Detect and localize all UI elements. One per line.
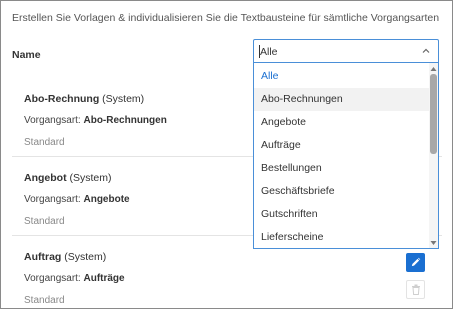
- pencil-icon: [411, 257, 421, 267]
- intro-text: Erstellen Sie Vorlagen & individualisier…: [12, 12, 440, 24]
- dropdown-option-gutschriften[interactable]: Gutschriften: [254, 203, 430, 226]
- type-label: Vorgangsart:: [24, 273, 84, 284]
- template-name: Abo-Rechnung: [24, 93, 100, 105]
- trash-icon: [411, 284, 420, 295]
- template-name: Angebot: [24, 172, 67, 184]
- type-value: Aufträge: [83, 273, 125, 284]
- template-status: Standard: [24, 216, 65, 227]
- dropdown-option-alle[interactable]: Alle: [254, 65, 430, 88]
- name-filter-label: Name: [12, 49, 41, 61]
- type-value: Angebote: [83, 194, 130, 205]
- template-status: Standard: [24, 295, 65, 306]
- template-title: Angebot (System): [24, 172, 112, 184]
- template-name: Auftrag: [24, 251, 62, 263]
- template-suffix: (System): [66, 172, 112, 184]
- dropdown-option-angebote[interactable]: Angebote: [254, 111, 430, 134]
- scroll-down-arrow-icon[interactable]: [430, 240, 437, 246]
- dropdown-option-geschaeftsbriefe[interactable]: Geschäftsbriefe: [254, 180, 430, 203]
- template-title: Auftrag (System): [24, 251, 106, 263]
- dropdown-scrollbar[interactable]: [429, 63, 438, 248]
- name-filter-dropdown[interactable]: Alle Abo-Rechnungen Angebote Aufträge Be…: [253, 63, 439, 249]
- delete-button[interactable]: [406, 280, 425, 299]
- chevron-up-icon[interactable]: [421, 46, 431, 56]
- type-value: Abo-Rechnungen: [83, 115, 167, 126]
- template-type: Vorgangsart: Angebote: [24, 194, 130, 205]
- name-filter-select[interactable]: Alle: [253, 39, 439, 63]
- template-suffix: (System): [61, 251, 107, 263]
- type-label: Vorgangsart:: [24, 194, 84, 205]
- dropdown-option-lieferscheine[interactable]: Lieferscheine: [254, 226, 430, 248]
- template-settings-panel: Erstellen Sie Vorlagen & individualisier…: [0, 0, 453, 309]
- dropdown-option-auftraege[interactable]: Aufträge: [254, 134, 430, 157]
- template-type: Vorgangsart: Abo-Rechnungen: [24, 115, 167, 126]
- type-label: Vorgangsart:: [24, 115, 84, 126]
- edit-button[interactable]: [406, 253, 425, 272]
- template-suffix: (System): [99, 93, 145, 105]
- text-cursor: [259, 45, 260, 58]
- name-filter-value: Alle: [260, 46, 278, 58]
- template-title: Abo-Rechnung (System): [24, 93, 144, 105]
- template-type: Vorgangsart: Aufträge: [24, 273, 125, 284]
- dropdown-option-bestellungen[interactable]: Bestellungen: [254, 157, 430, 180]
- template-status: Standard: [24, 137, 65, 148]
- scroll-up-arrow-icon[interactable]: [430, 66, 437, 72]
- dropdown-option-abo-rechnungen[interactable]: Abo-Rechnungen: [254, 88, 430, 111]
- scrollbar-thumb[interactable]: [430, 74, 437, 154]
